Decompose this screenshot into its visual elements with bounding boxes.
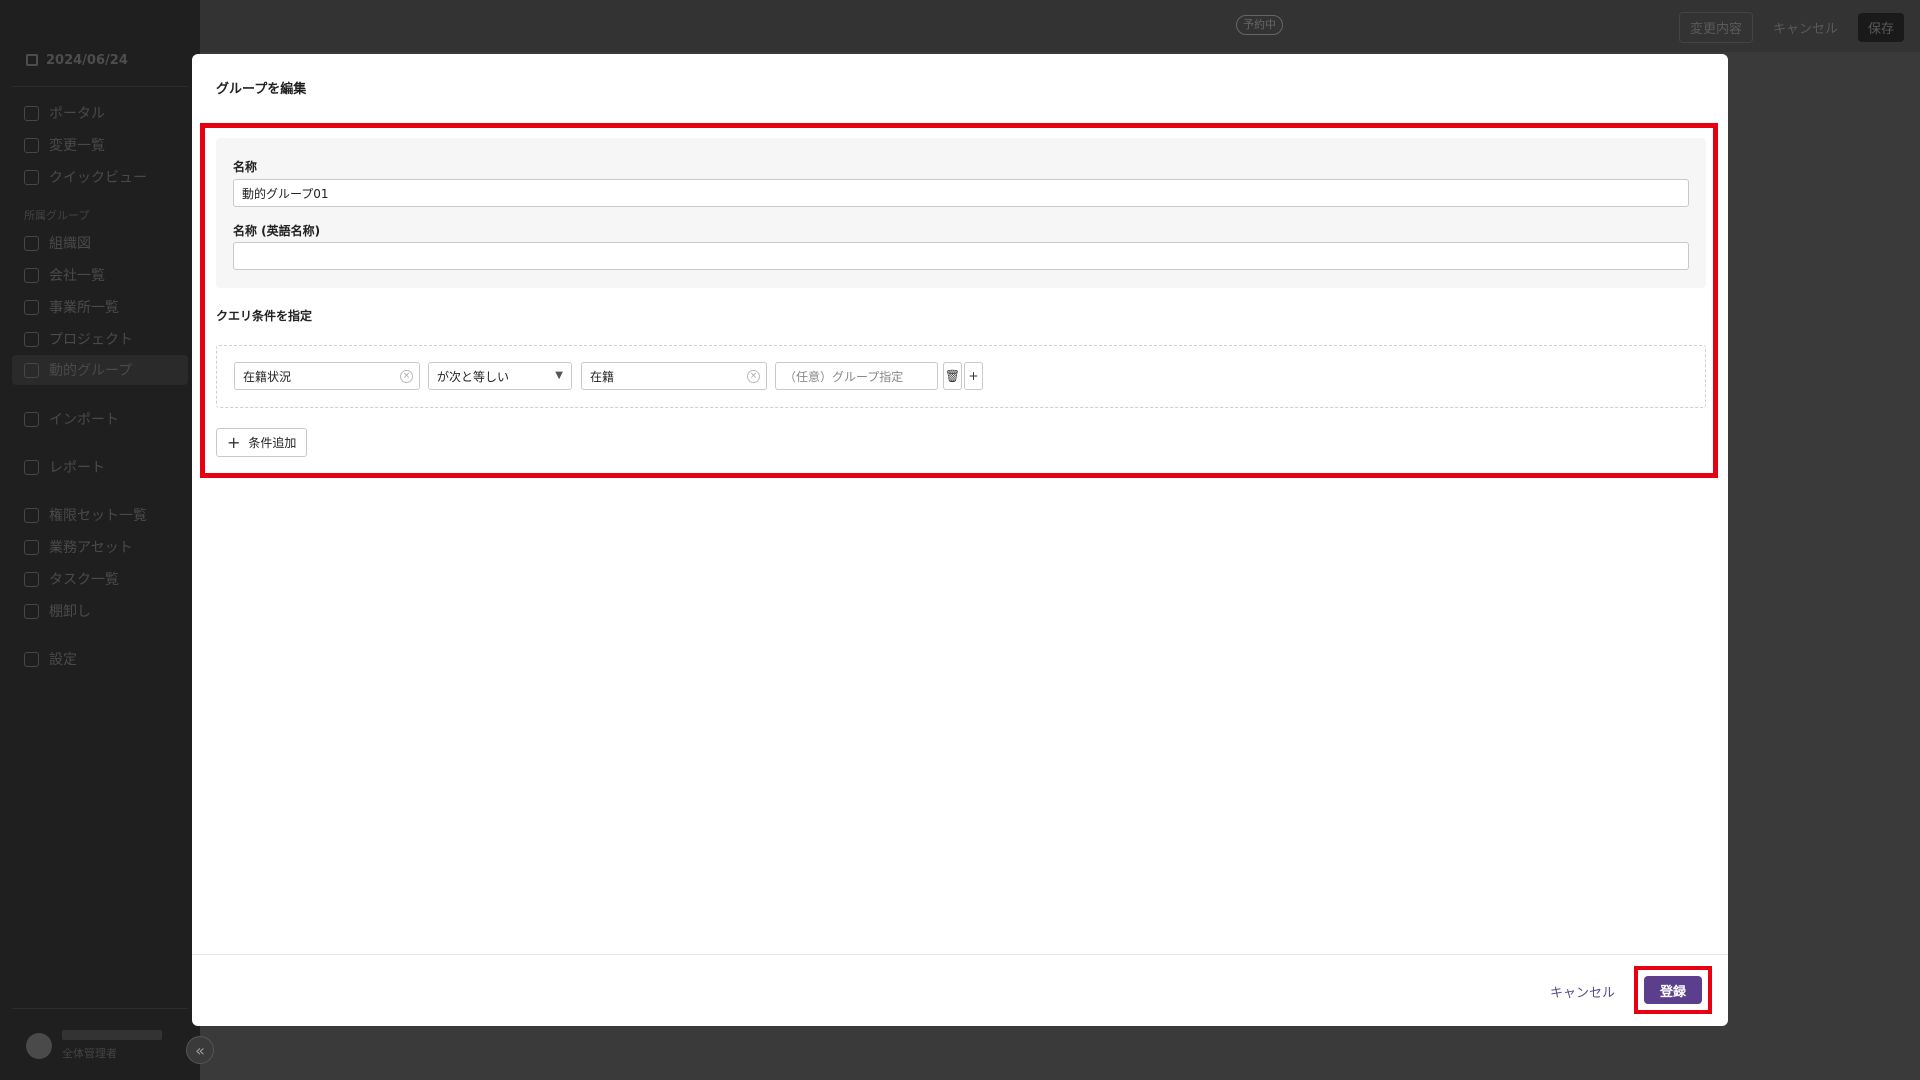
sidebar-item-dynamic-groups[interactable]: 動的グループ: [12, 355, 188, 385]
sidebar-date[interactable]: 2024/06/24: [26, 50, 128, 70]
grid-icon: [24, 507, 39, 523]
footer-divider: [192, 954, 1728, 955]
sidebar-item-label: クイックビュー: [49, 170, 147, 186]
sidebar-item-import[interactable]: インポート: [24, 408, 119, 430]
sidebar-item-label: レポート: [49, 460, 105, 476]
sidebar-item-org-chart[interactable]: 組織図: [24, 232, 91, 254]
topbar-cancel-button[interactable]: キャンセル: [1763, 13, 1848, 42]
sidebar-item-label: 組織図: [49, 236, 91, 252]
org-chart-icon: [24, 235, 39, 251]
list-icon: [24, 571, 39, 587]
home-icon: [24, 105, 39, 121]
sidebar-item-label: インポート: [49, 412, 119, 428]
briefcase-icon: [24, 331, 39, 347]
sidebar-item-label: 棚卸し: [49, 604, 91, 620]
cancel-button[interactable]: キャンセル: [1550, 982, 1615, 1001]
sidebar-item-projects[interactable]: プロジェクト: [24, 328, 133, 350]
edit-group-modal: グループを編集 名称 名称 (英語名称) クエリ条件を指定 在籍状況 × が次と…: [192, 54, 1728, 1026]
building-icon: [24, 267, 39, 283]
user-name: [62, 1030, 162, 1040]
sidebar-item-offices[interactable]: 事業所一覧: [24, 296, 119, 318]
link-icon: [24, 539, 39, 555]
changes-button[interactable]: 変更内容: [1678, 12, 1753, 43]
sidebar-item-label: 動的グループ: [49, 363, 133, 379]
calendar-icon: [26, 54, 38, 66]
double-chevron-left-icon: «: [195, 1040, 205, 1060]
search-icon: [24, 169, 39, 185]
sidebar-item-companies[interactable]: 会社一覧: [24, 264, 105, 286]
sidebar-divider: [12, 86, 188, 87]
modal-title: グループを編集: [216, 82, 307, 97]
sidebar-item-label: ポータル: [49, 106, 105, 122]
user-profile[interactable]: 全体管理者: [26, 1030, 162, 1062]
avatar: [26, 1033, 52, 1059]
sidebar-divider: [12, 1008, 188, 1009]
collapse-sidebar-button[interactable]: «: [186, 1036, 214, 1064]
topbar-actions: 変更内容 キャンセル 保存: [1678, 12, 1904, 43]
sidebar-item-reports[interactable]: レポート: [24, 456, 105, 478]
filter-icon: [24, 362, 39, 378]
user-role: 全体管理者: [62, 1047, 117, 1060]
office-icon: [24, 299, 39, 315]
sidebar-item-label: 業務アセット: [49, 540, 133, 556]
sidebar-item-quickview[interactable]: クイックビュー: [24, 166, 147, 188]
sidebar-item-assets[interactable]: 業務アセット: [24, 536, 133, 558]
sidebar-item-portal[interactable]: ポータル: [24, 102, 105, 124]
chart-icon: [24, 459, 39, 475]
cloud-icon: [24, 603, 39, 619]
sidebar-item-label: タスク一覧: [49, 572, 119, 588]
status-badge: 予約中: [1236, 15, 1283, 35]
sidebar: 2024/06/24 ポータル 変更一覧 クイックビュー 所属グループ 組織図 …: [0, 0, 200, 1080]
sidebar-item-label: 事業所一覧: [49, 300, 119, 316]
sidebar-item-permission-sets[interactable]: 権限セット一覧: [24, 504, 147, 526]
topbar: 予約中 変更内容 キャンセル 保存: [200, 0, 1920, 52]
gear-icon: [24, 651, 39, 667]
import-icon: [24, 411, 39, 427]
highlight-annotation-register: [1634, 966, 1712, 1014]
sidebar-item-tasks[interactable]: タスク一覧: [24, 568, 119, 590]
sidebar-date-label: 2024/06/24: [46, 52, 128, 68]
sidebar-item-label: 権限セット一覧: [49, 508, 147, 524]
changes-icon: [24, 137, 39, 153]
sidebar-item-label: 設定: [49, 652, 77, 668]
topbar-save-button[interactable]: 保存: [1857, 13, 1904, 42]
sidebar-section-label: 所属グループ: [24, 209, 90, 222]
sidebar-item-changes[interactable]: 変更一覧: [24, 134, 105, 156]
sidebar-item-label: 会社一覧: [49, 268, 105, 284]
sidebar-item-label: 変更一覧: [49, 138, 105, 154]
sidebar-item-inventory[interactable]: 棚卸し: [24, 600, 91, 622]
sidebar-item-settings[interactable]: 設定: [24, 648, 77, 670]
highlight-annotation-form: [200, 123, 1718, 478]
sidebar-item-label: プロジェクト: [49, 332, 133, 348]
